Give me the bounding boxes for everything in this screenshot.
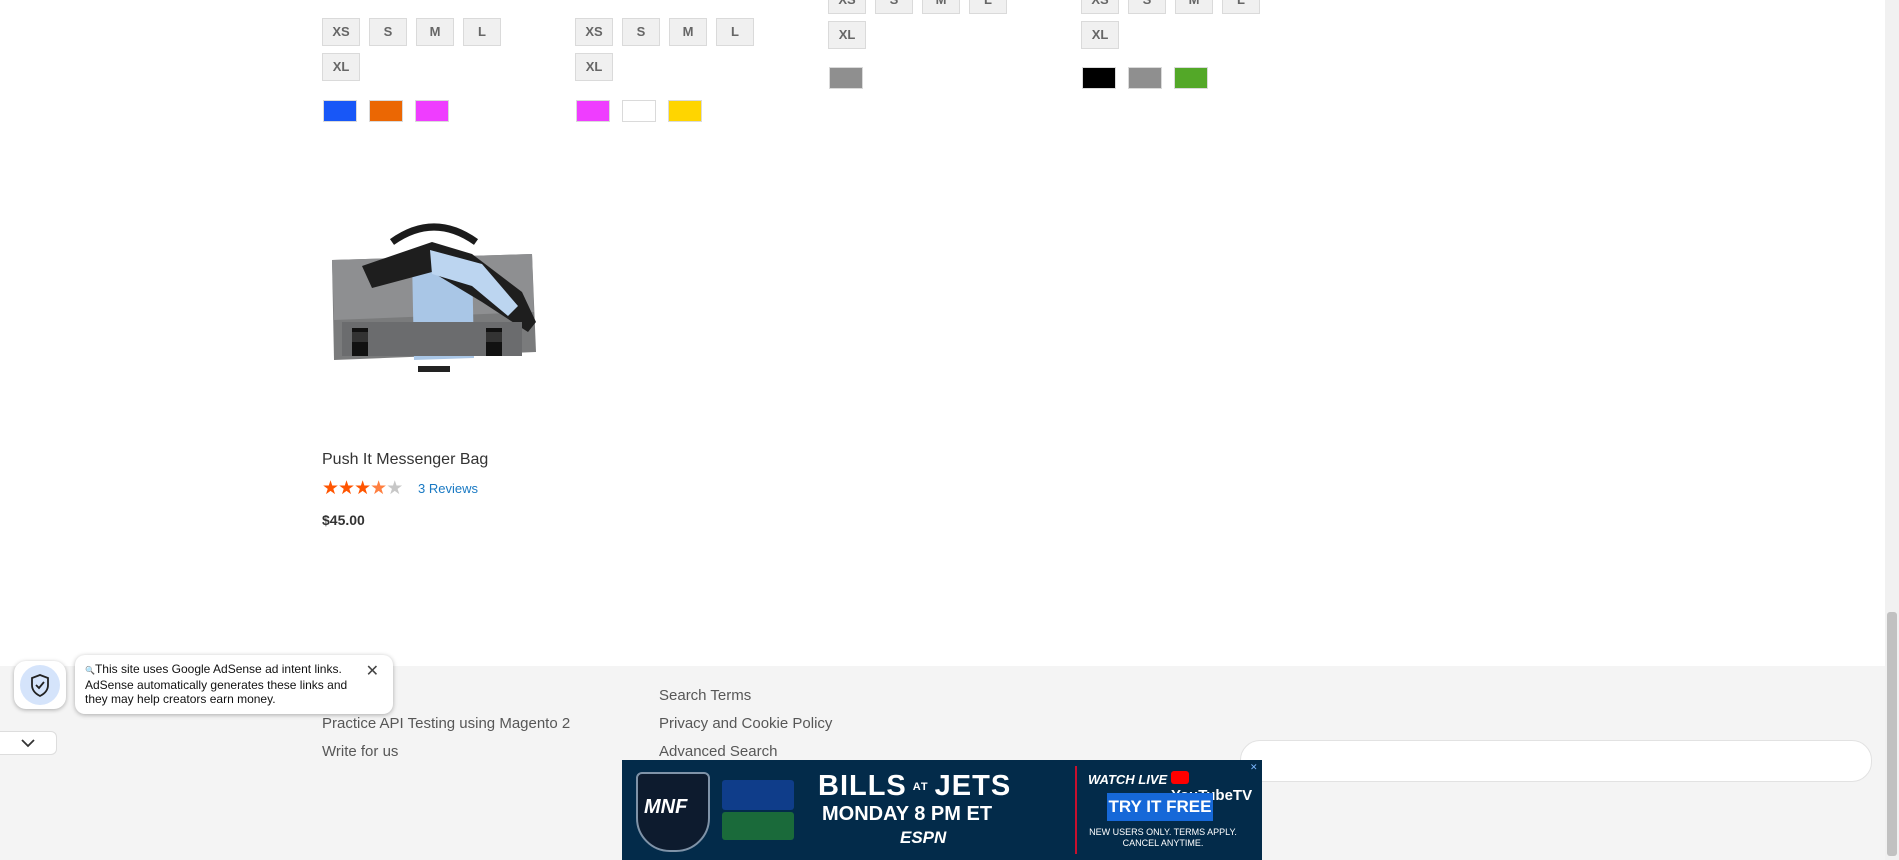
size-swatch-xs[interactable]: XS [828,0,866,14]
color-swatch[interactable] [1174,67,1208,89]
rating-stars: ★★★★★ [322,478,403,499]
adsense-notice-text: This site uses Google AdSense ad intent … [85,662,348,706]
page-scrollbar[interactable] [1885,0,1899,860]
size-swatch-s[interactable]: S [369,18,407,46]
rating-star: ★ [354,478,371,499]
youtube-play-icon [1171,771,1189,784]
size-swatch-xs[interactable]: XS [322,18,360,46]
jets-logo [722,812,794,840]
ad-close-icon[interactable]: ✕ [1250,762,1260,772]
size-swatch-l[interactable]: L [969,0,1007,14]
ad-network: ESPN [900,828,947,847]
size-swatch-m[interactable]: M [669,18,707,46]
footer-link-privacy[interactable]: Privacy and Cookie Policy [659,715,832,732]
footer-link-write-for-us[interactable]: Write for us [322,743,398,760]
size-swatch-xl[interactable]: XL [1081,21,1119,49]
size-swatch-l[interactable]: L [463,18,501,46]
messenger-bag-icon[interactable] [322,202,546,398]
ad-at: AT [912,781,929,794]
ad-divider [1075,766,1077,854]
ad-banner[interactable]: MNF BILLS AT JETS MONDAY 8 PM ET ESPN WATC… [622,760,1262,860]
size-swatch-s[interactable]: S [1128,0,1166,14]
size-swatch-m[interactable]: M [416,18,454,46]
chevron-down-icon [21,739,35,748]
product-name-link[interactable]: Push It Messenger Bag [322,451,488,469]
ad-team-right: JETS [934,770,1012,802]
adsense-shield-button[interactable] [14,661,66,709]
color-swatch[interactable] [323,100,357,122]
ad-fine-print: NEW USERS ONLY. TERMS APPLY. CANCEL ANYT… [1089,827,1237,848]
size-swatch-m[interactable]: M [922,0,960,14]
collapse-button[interactable] [0,731,57,755]
ad-date: MONDAY 8 PM ET [822,803,993,825]
size-swatch-s[interactable]: S [622,18,660,46]
reviews-link[interactable]: 3 Reviews [418,481,478,496]
color-swatch[interactable] [622,100,656,122]
rating-star: ★ [322,478,339,499]
product-price: $45.00 [322,512,365,528]
adsense-notice: 🔍This site uses Google AdSense ad intent… [75,655,393,714]
ad-badge-text: MNF [644,796,688,818]
rating-star: ★ [338,478,355,499]
color-swatch[interactable] [1128,67,1162,89]
newsletter-input[interactable] [1240,740,1872,782]
close-icon[interactable]: ✕ [366,661,379,681]
size-swatch-s[interactable]: S [875,0,913,14]
try-it-free-button[interactable]: TRY IT FREE [1107,793,1213,821]
color-swatch[interactable] [829,67,863,89]
ad-watch-live: WATCH LIVE [1088,772,1168,787]
ad-team-left: BILLS [818,770,907,802]
color-swatch[interactable] [668,100,702,122]
rating-star: ★ [386,478,403,499]
scrollbar-thumb[interactable] [1887,612,1897,856]
footer-link-search-terms[interactable]: Search Terms [659,687,751,704]
size-swatch-xs[interactable]: XS [1081,0,1119,14]
search-icon: 🔍 [85,666,95,675]
bills-logo [722,780,794,810]
size-swatch-xl[interactable]: XL [322,53,360,81]
mnf-shield-logo: MNF [636,772,710,852]
color-swatch[interactable] [369,100,403,122]
size-swatch-l[interactable]: L [1222,0,1260,14]
shield-icon [20,665,60,705]
color-swatch[interactable] [576,100,610,122]
color-swatch[interactable] [415,100,449,122]
size-swatch-xl[interactable]: XL [828,21,866,49]
size-swatch-xs[interactable]: XS [575,18,613,46]
footer-link-advanced-search[interactable]: Advanced Search [659,743,777,760]
size-swatch-l[interactable]: L [716,18,754,46]
rating-star: ★ [370,478,387,499]
footer-link-api-testing[interactable]: Practice API Testing using Magento 2 [322,715,570,732]
size-swatch-xl[interactable]: XL [575,53,613,81]
color-swatch[interactable] [1082,67,1116,89]
size-swatch-m[interactable]: M [1175,0,1213,14]
